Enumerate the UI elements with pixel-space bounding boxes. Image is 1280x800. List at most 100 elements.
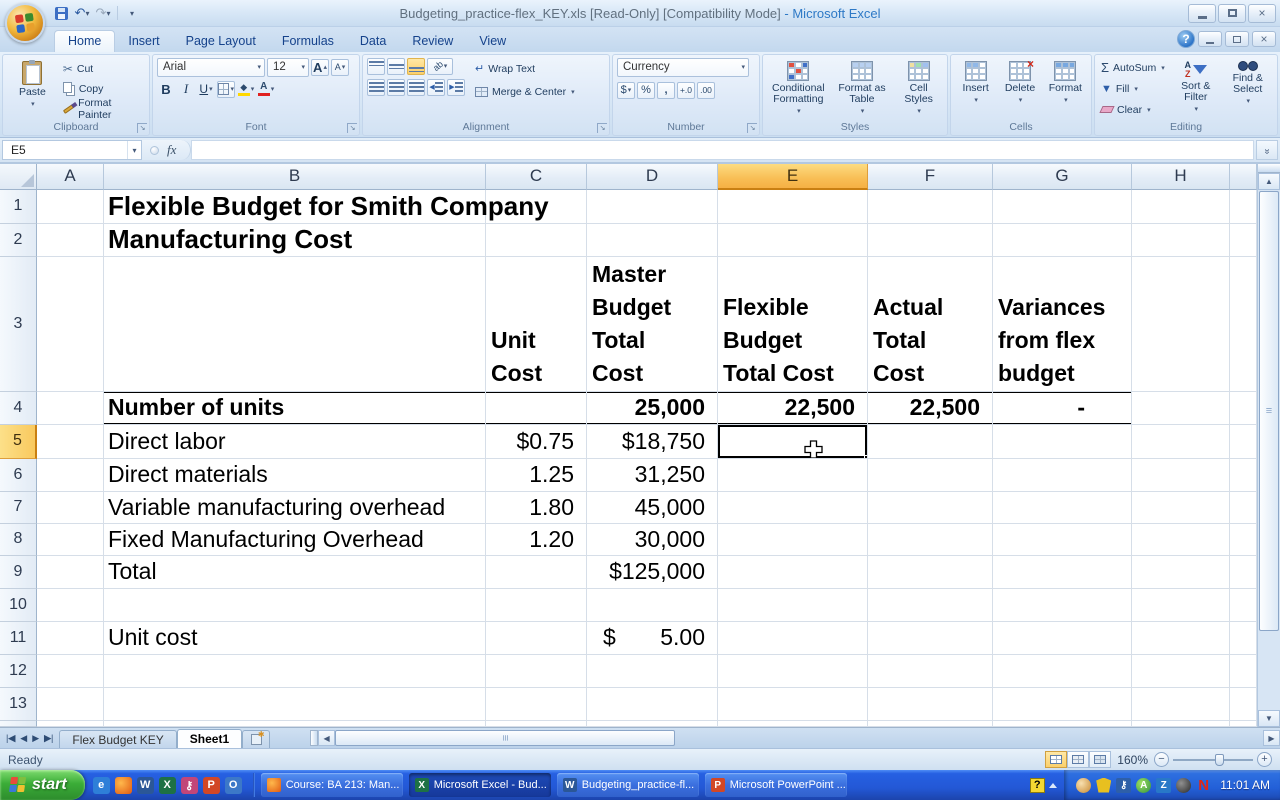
last-sheet-button[interactable]: ▶| [42,733,55,744]
cell-D13[interactable] [587,687,718,721]
tab-data[interactable]: Data [347,31,399,52]
column-header-A[interactable]: A [37,163,104,190]
cell-A8[interactable] [37,523,104,556]
cell-D1[interactable] [587,189,718,224]
cell-H5[interactable] [1132,424,1230,459]
borders-button[interactable]: ▾ [217,80,235,98]
align-right-button[interactable] [407,78,425,96]
decrease-decimal-button[interactable]: .00 [697,81,715,99]
cell-D7[interactable]: 45,000 [587,491,718,524]
customize-qat-button[interactable]: ▾ [123,4,141,22]
align-bottom-button[interactable] [407,57,425,75]
cell-H13[interactable] [1132,687,1230,721]
restore-button[interactable] [1218,3,1246,23]
cell-G12[interactable] [993,654,1132,688]
row-header-5[interactable]: 5 [0,424,37,459]
font-size-select[interactable]: 12 ▾ [267,57,309,77]
redo-button[interactable]: ↷ ▾ [94,4,112,22]
help-tray-icon[interactable]: ? [1029,777,1045,793]
merge-center-button[interactable]: Merge & Center ▾ [473,83,577,101]
column-header-C[interactable]: C [486,163,587,190]
cell-B13[interactable] [104,687,486,721]
cell-E3[interactable]: Flexible Budget Total Cost [718,256,868,392]
cell-B6[interactable]: Direct materials [104,458,486,492]
cell-F3[interactable]: Actual Total Cost [868,256,993,392]
cell-E12[interactable] [718,654,868,688]
workbook-restore-button[interactable] [1225,31,1249,48]
zoom-out-button[interactable]: − [1154,752,1169,768]
cell-F10[interactable] [868,588,993,622]
row-header-7[interactable]: 7 [0,491,37,524]
cell-G6[interactable] [993,458,1132,492]
column-header-partial[interactable] [1230,163,1257,190]
cell-A3[interactable] [37,256,104,392]
tab-home[interactable]: Home [54,29,116,52]
column-header-H[interactable]: H [1132,163,1230,190]
cell-A10[interactable] [37,588,104,622]
first-sheet-button[interactable]: |◀ [4,733,17,744]
increase-decimal-button[interactable]: +.0 [677,81,695,99]
cell-C3[interactable]: Unit Cost [486,256,587,392]
cell-C9[interactable] [486,555,587,589]
zoom-slider-track[interactable] [1173,753,1253,766]
decrease-indent-button[interactable]: ◀ [427,78,445,96]
shrink-font-button[interactable]: A ▾ [331,58,349,76]
zoom-level[interactable]: 160% [1117,753,1148,767]
tools-tray-icon[interactable]: ⚷ [1116,777,1132,793]
font-family-select[interactable]: Arial ▾ [157,57,265,77]
cell-D8[interactable]: 30,000 [587,523,718,556]
vertical-scrollbar[interactable]: ▲ ▼ [1257,163,1280,727]
cell-E13[interactable] [718,687,868,721]
cell-C11[interactable] [486,621,587,655]
cell-B7[interactable]: Variable manufacturing overhead [104,491,486,524]
netsupport-tray-icon[interactable]: N [1196,777,1211,794]
underline-button[interactable]: U ▾ [197,81,215,98]
cell-H1[interactable] [1132,189,1230,224]
row-header-3[interactable]: 3 [0,256,37,392]
tab-review[interactable]: Review [399,31,466,52]
tab-split-handle[interactable] [310,730,319,747]
help-button[interactable]: ? [1177,30,1195,49]
cell-H7[interactable] [1132,491,1230,524]
sort-filter-button[interactable]: AZ Sort & Filter ▾ [1173,58,1219,120]
cell-I13[interactable] [1230,687,1257,721]
row-header-13[interactable]: 13 [0,687,37,721]
alignment-dialog-launcher[interactable]: ↘ [597,123,607,134]
antivirus-tray-icon[interactable]: A [1136,777,1152,793]
fill-button[interactable]: ▼ Fill ▾ [1099,80,1167,98]
accounting-format-button[interactable]: $ ▾ [617,81,635,99]
cell-B11[interactable]: Unit cost [104,621,486,655]
cell-D3[interactable]: Master Budget Total Cost [587,256,718,392]
cell-C4[interactable] [486,391,587,425]
undo-button[interactable]: ↶ ▾ [73,4,91,22]
cell-I7[interactable] [1230,491,1257,524]
cell-E8[interactable] [718,523,868,556]
word-quicklaunch-icon[interactable]: W [136,776,154,794]
cell-A5[interactable] [37,424,104,459]
vertical-scroll-thumb[interactable] [1259,190,1279,631]
cell-A6[interactable] [37,458,104,492]
copy-button[interactable]: Copy [61,80,145,98]
cell-I11[interactable] [1230,621,1257,655]
grow-font-button[interactable]: A ▴ [311,58,329,76]
cut-button[interactable]: ✂ Cut [61,60,145,78]
cell-B10[interactable] [104,588,486,622]
cell-I5[interactable] [1230,424,1257,459]
messenger-tray-icon[interactable] [1076,777,1092,793]
row-header-11[interactable]: 11 [0,621,37,655]
cell-F4[interactable]: 22,500 [868,391,993,425]
cell-I1[interactable] [1230,189,1257,224]
formula-input[interactable] [191,140,1254,160]
font-color-button[interactable]: A ▾ [257,81,275,98]
cell-D6[interactable]: 31,250 [587,458,718,492]
cell-D4[interactable]: 25,000 [587,391,718,425]
tab-insert[interactable]: Insert [115,31,172,52]
select-all-corner[interactable] [0,163,37,190]
cell-F7[interactable] [868,491,993,524]
vertical-scroll-track[interactable] [1258,632,1280,710]
cell-H11[interactable] [1132,621,1230,655]
cell-E7[interactable] [718,491,868,524]
paste-button[interactable]: Paste ▾ [7,58,58,120]
cell-A11[interactable] [37,621,104,655]
cell-I6[interactable] [1230,458,1257,492]
